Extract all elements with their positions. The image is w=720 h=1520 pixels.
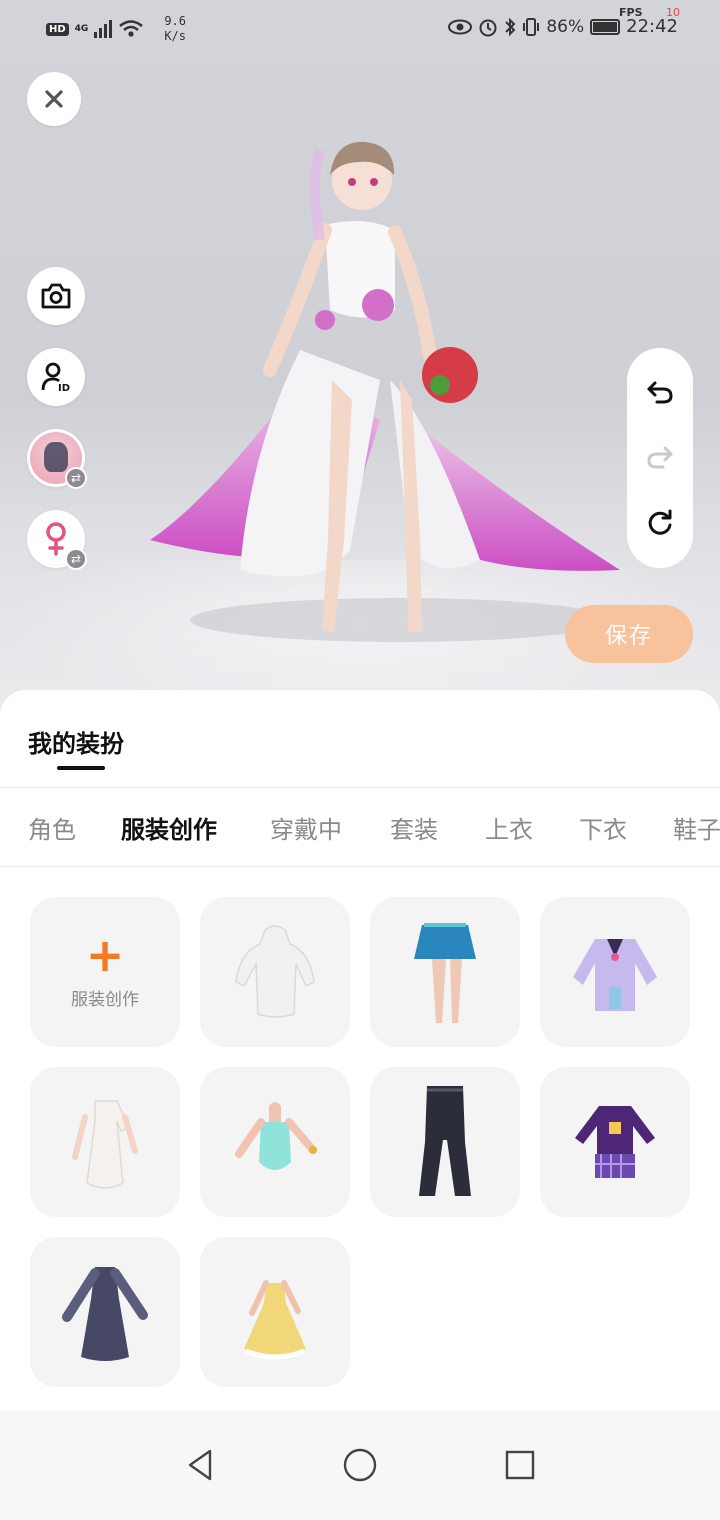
black-flare-pants-item[interactable] bbox=[370, 1067, 520, 1217]
svg-text:ID: ID bbox=[58, 383, 70, 393]
nav-home-button[interactable] bbox=[335, 1440, 385, 1490]
gray-gown-image bbox=[62, 1267, 148, 1361]
back-triangle-icon bbox=[188, 1449, 212, 1481]
swap-icon: ⇄ bbox=[65, 467, 87, 489]
recents-square-icon bbox=[505, 1450, 535, 1480]
create-outfit-label: 服装创作 bbox=[71, 989, 139, 1010]
avatar-character bbox=[150, 141, 620, 642]
signal-icon bbox=[94, 20, 113, 38]
purple-plaid-image bbox=[575, 1106, 655, 1178]
tab-shoes[interactable]: 鞋子 bbox=[673, 810, 720, 845]
hooded-dress-image bbox=[235, 925, 315, 1018]
blue-pleated-skirt-item[interactable] bbox=[370, 897, 520, 1047]
lavender-jacket-item[interactable] bbox=[540, 897, 690, 1047]
close-button[interactable] bbox=[27, 72, 81, 126]
teal-bodysuit-image bbox=[235, 1102, 317, 1170]
category-tabs: 角色 服装创作 穿戴中 套装 上衣 下衣 鞋子 bbox=[0, 788, 720, 868]
system-nav-bar bbox=[0, 1410, 720, 1520]
close-icon bbox=[45, 90, 63, 108]
tab-suit[interactable]: 套装 bbox=[390, 810, 438, 845]
tab-bottom[interactable]: 下衣 bbox=[579, 810, 627, 845]
yellow-ball-gown-item[interactable] bbox=[200, 1237, 350, 1387]
gray-long-gown-item[interactable] bbox=[30, 1237, 180, 1387]
wifi-icon bbox=[119, 20, 144, 37]
user-id-icon: ID bbox=[41, 362, 70, 393]
plus-icon: + bbox=[85, 927, 125, 982]
eye-icon bbox=[448, 19, 473, 34]
redo-icon[interactable] bbox=[645, 443, 675, 471]
sheet-title: 我的装扮 bbox=[28, 730, 124, 758]
teal-bodysuit-item[interactable] bbox=[200, 1067, 350, 1217]
save-button[interactable]: 保存 bbox=[565, 605, 693, 663]
title-underline bbox=[57, 766, 105, 770]
reset-icon[interactable] bbox=[645, 508, 675, 538]
outfit-sheet: 我的装扮 角色 服装创作 穿戴中 套装 上衣 下衣 鞋子 + 服装创作 bbox=[0, 690, 720, 1410]
undo-icon[interactable] bbox=[645, 378, 675, 406]
network-speed: 9.6 K/s bbox=[164, 14, 187, 43]
nav-recents-button[interactable] bbox=[495, 1440, 545, 1490]
alarm-icon bbox=[479, 19, 497, 36]
yellow-gown-image bbox=[244, 1280, 306, 1360]
white-hooded-dress-item[interactable] bbox=[200, 897, 350, 1047]
bluetooth-icon bbox=[505, 17, 516, 36]
white-ruffle-dress-item[interactable] bbox=[30, 1067, 180, 1217]
tab-top[interactable]: 上衣 bbox=[485, 810, 533, 845]
profile-id-button[interactable]: ID bbox=[27, 348, 85, 406]
tab-wearing[interactable]: 穿戴中 bbox=[270, 810, 342, 845]
switch-gender-button[interactable]: ⇄ bbox=[27, 510, 87, 570]
avatar-stage[interactable]: HD 4G 9.6 K/s FPS 10 86% 22:42 ID ⇄ ⇄ 保存 bbox=[0, 0, 720, 720]
swap-icon: ⇄ bbox=[65, 548, 87, 570]
black-pants-image bbox=[419, 1086, 471, 1196]
edit-controls bbox=[627, 348, 693, 568]
blue-skirt-image bbox=[414, 923, 476, 1023]
home-circle-icon bbox=[343, 1448, 377, 1482]
create-outfit-tile[interactable]: + 服装创作 bbox=[30, 897, 180, 1047]
nav-back-button[interactable] bbox=[175, 1440, 225, 1490]
purple-plaid-outfit-item[interactable] bbox=[540, 1067, 690, 1217]
ruffle-dress-image bbox=[72, 1100, 138, 1189]
clock: 22:42 bbox=[626, 16, 678, 37]
camera-icon bbox=[41, 283, 71, 309]
vibrate-icon bbox=[523, 17, 540, 36]
camera-button[interactable] bbox=[27, 267, 85, 325]
battery-percent: 86% bbox=[546, 16, 585, 37]
tab-outfit-create[interactable]: 服装创作 bbox=[121, 810, 217, 845]
lavender-jacket-image bbox=[573, 939, 657, 1011]
hd-badge: HD bbox=[46, 22, 69, 36]
battery-icon bbox=[590, 18, 621, 35]
tab-role[interactable]: 角色 bbox=[28, 810, 76, 845]
status-bar: HD 4G 9.6 K/s FPS 10 86% 22:42 bbox=[0, 0, 720, 56]
divider bbox=[0, 866, 720, 867]
female-icon bbox=[46, 522, 66, 556]
network-type: 4G bbox=[74, 23, 89, 34]
switch-avatar-button[interactable]: ⇄ bbox=[27, 429, 87, 489]
